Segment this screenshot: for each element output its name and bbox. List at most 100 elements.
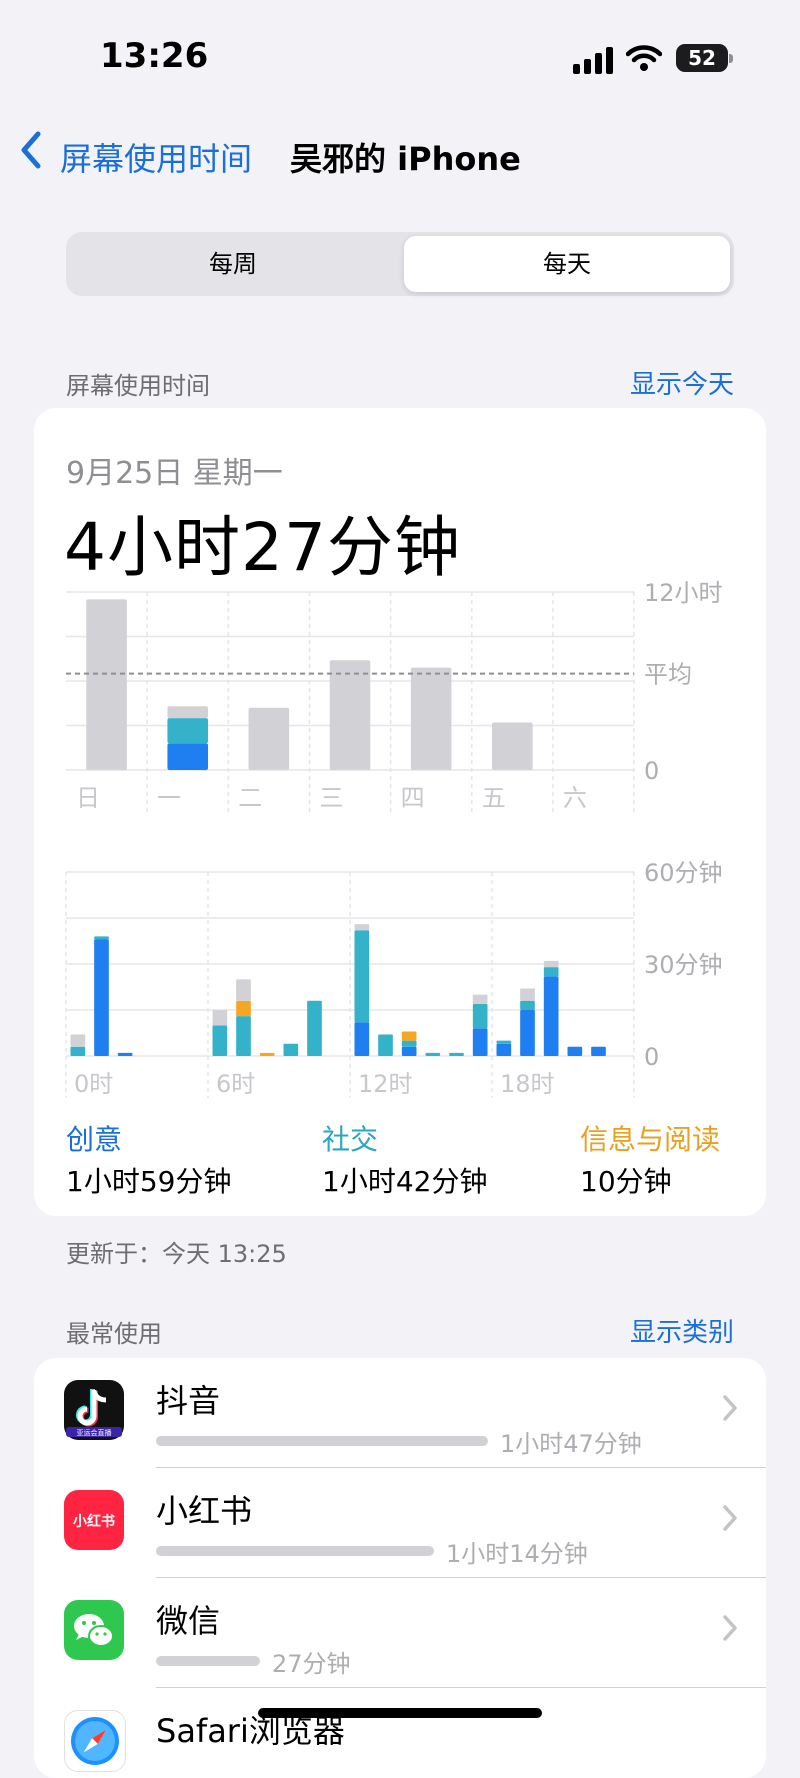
battery-cap — [729, 54, 733, 63]
x-tick-label: 一 — [157, 784, 181, 812]
category-social-label: 社交 — [322, 1123, 379, 1156]
x-tick-label: 五 — [482, 784, 506, 812]
wechat-icon — [64, 1600, 124, 1660]
app-name: 抖音 — [156, 1382, 221, 1420]
usage-bar — [156, 1656, 260, 1666]
app-usage-time: 1小时14分钟 — [446, 1540, 588, 1568]
chevron-right-icon — [723, 1395, 737, 1421]
category-creative-time: 1小时59分钟 — [66, 1165, 232, 1198]
bar-segment — [259, 1052, 275, 1056]
bar-segment — [543, 967, 559, 977]
x-tick-label: 18时 — [500, 1070, 555, 1098]
douyin-icon-label: 亚运会直播 — [77, 1428, 112, 1437]
show-today-link[interactable]: 显示今天 — [630, 364, 734, 401]
bar-segment — [307, 1000, 322, 1056]
screen-time-header: 屏幕使用时间 — [66, 372, 210, 400]
y-tick-label: 平均 — [644, 661, 692, 689]
app-name: 微信 — [156, 1602, 221, 1640]
bar-segment — [496, 1043, 512, 1056]
x-tick-label: 日 — [76, 784, 100, 812]
bar-segment — [401, 1046, 417, 1056]
bar-segment — [472, 994, 488, 1004]
y-tick-label: 0 — [644, 1043, 659, 1071]
summary-date: 9月25日 星期一 — [66, 456, 283, 491]
segment-daily[interactable]: 每天 — [404, 236, 730, 292]
updated-timestamp: 更新于：今天 13:25 — [66, 1240, 287, 1268]
bar-segment — [591, 1046, 606, 1056]
bar-segment — [329, 660, 371, 770]
page-title: 吴邪的 iPhone — [290, 140, 521, 178]
bar-segment — [70, 1034, 86, 1047]
wifi-icon — [626, 45, 662, 71]
bar-segment — [543, 960, 559, 968]
bar-segment — [520, 988, 535, 1001]
chevron-right-icon — [723, 1615, 737, 1641]
category-reading-label: 信息与阅读 — [580, 1123, 721, 1156]
app-row-douyin[interactable]: 亚运会直播 抖音 1小时47分钟 — [34, 1358, 766, 1468]
bar-segment — [283, 1043, 299, 1056]
app-row-xiaohongshu[interactable]: 小红书 小红书 1小时14分钟 — [34, 1468, 766, 1578]
bar-segment — [425, 1052, 441, 1056]
y-tick-label: 12小时 — [644, 579, 723, 607]
chevron-right-icon — [723, 1505, 737, 1531]
x-tick-label: 四 — [401, 784, 425, 812]
weekly-usage-chart: 12小时平均 0 日 一 二 三 四 五 六 — [66, 579, 723, 812]
bar-segment — [472, 1028, 488, 1056]
period-segmented-control: 每周 每天 — [66, 232, 734, 296]
bar-segment — [94, 939, 109, 1056]
bar-segment — [567, 1046, 583, 1056]
bar-segment — [167, 706, 208, 719]
app-usage-time: 27分钟 — [272, 1650, 351, 1678]
bar-segment — [167, 743, 208, 770]
bar-segment — [236, 1016, 251, 1056]
y-tick-label: 60分钟 — [644, 859, 723, 887]
back-chevron-icon[interactable] — [16, 128, 46, 172]
x-tick-label: 二 — [238, 784, 262, 812]
category-social-time: 1小时42分钟 — [322, 1165, 488, 1198]
bar-segment — [492, 722, 533, 770]
app-row-safari[interactable]: Safari浏览器 — [34, 1688, 766, 1778]
bar-segment — [378, 1034, 393, 1056]
bar-segment — [449, 1052, 464, 1056]
bar-segment — [520, 1000, 535, 1010]
bar-segment — [94, 936, 109, 940]
app-usage-time: 1小时47分钟 — [500, 1430, 642, 1458]
bar-segment — [86, 599, 127, 770]
most-used-header: 最常使用 — [66, 1320, 162, 1348]
cellular-signal-icon — [573, 47, 613, 74]
bar-segment — [496, 1040, 512, 1044]
x-tick-label: 6时 — [216, 1070, 255, 1098]
bar-segment — [472, 1003, 488, 1029]
y-tick-label: 30分钟 — [644, 951, 723, 979]
xiaohongshu-icon-label: 小红书 — [73, 1513, 115, 1530]
bar-segment — [401, 1040, 417, 1047]
x-tick-label: 三 — [319, 784, 343, 812]
show-categories-link[interactable]: 显示类别 — [630, 1312, 734, 1349]
bar-segment — [354, 1022, 370, 1056]
bar-segment — [236, 1000, 251, 1017]
app-name: 小红书 — [156, 1492, 253, 1530]
category-creative-label: 创意 — [66, 1123, 123, 1156]
x-tick-label: 12时 — [358, 1070, 413, 1098]
battery-icon: 52 — [676, 44, 728, 72]
bar-segment — [401, 1031, 417, 1041]
bar-segment — [543, 976, 559, 1056]
xiaohongshu-icon: 小红书 — [64, 1490, 124, 1550]
app-row-wechat[interactable]: 微信 27分钟 — [34, 1578, 766, 1688]
bar-segment — [354, 924, 370, 931]
x-tick-label: 0时 — [74, 1070, 113, 1098]
segment-weekly[interactable]: 每周 — [66, 232, 400, 296]
bar-segment — [248, 707, 290, 770]
bar-segment — [70, 1046, 86, 1056]
usage-bar — [156, 1546, 434, 1556]
bar-segment — [212, 1010, 228, 1026]
bar-segment — [236, 979, 251, 1001]
bar-segment — [520, 1010, 535, 1056]
category-reading-time: 10分钟 — [580, 1165, 672, 1198]
douyin-icon: 亚运会直播 — [64, 1380, 124, 1440]
usage-bar — [156, 1436, 488, 1446]
back-button[interactable]: 屏幕使用时间 — [60, 134, 252, 180]
bar-segment — [354, 930, 370, 1023]
bar-segment — [167, 718, 208, 744]
bar-segment — [117, 1052, 133, 1056]
